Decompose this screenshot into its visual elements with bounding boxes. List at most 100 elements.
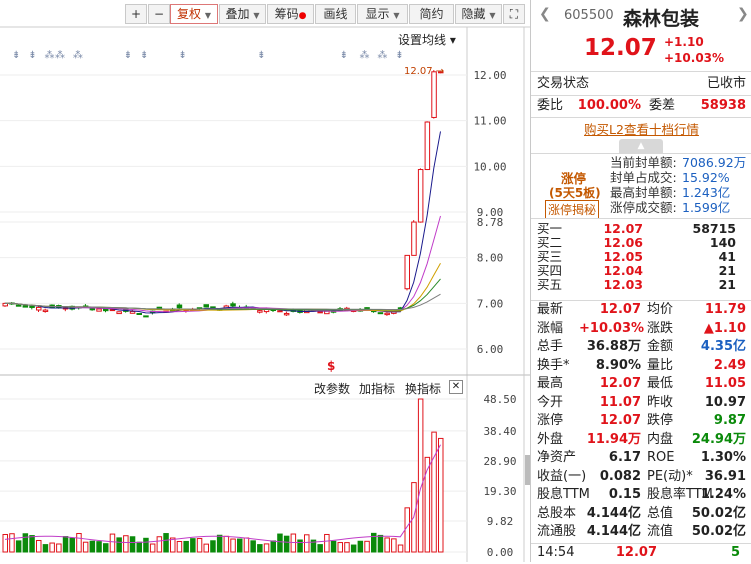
stat-label: 流值 bbox=[647, 524, 674, 539]
stat-label: 今开 bbox=[537, 394, 564, 410]
volume-bar bbox=[216, 534, 223, 553]
stat-label: 总值 bbox=[647, 505, 674, 521]
stat-label: 金额 bbox=[647, 339, 674, 354]
bid-price: 12.06 bbox=[603, 235, 643, 250]
limit-info-key: 最高封单额: bbox=[610, 185, 677, 200]
limit-info-row: 当前封单额: 7086.92万 bbox=[610, 155, 751, 170]
volume-bar bbox=[2, 533, 8, 553]
stat-label: 最高 bbox=[537, 376, 564, 391]
candle bbox=[384, 312, 390, 316]
stat-label: 总股本 bbox=[537, 505, 577, 521]
buy-l2-link[interactable]: 购买L2查看十档行情 bbox=[531, 119, 751, 138]
stat-label: PE(动)* bbox=[647, 468, 693, 484]
stats-row: 最新 12.07 均价 11.79 bbox=[531, 301, 751, 319]
bid-row: 买二 12.06 140 bbox=[531, 235, 751, 250]
stat-value: 4.144亿 bbox=[586, 505, 641, 521]
volume-bar bbox=[89, 540, 96, 553]
change-pct: +10.03% bbox=[664, 51, 725, 65]
price-change: +1.10 +10.03% bbox=[664, 34, 724, 66]
limit-reveal-button[interactable]: 涨停揭秘 bbox=[545, 200, 600, 219]
volume-bar bbox=[136, 541, 142, 553]
price-tick-label: 8.78 bbox=[477, 216, 504, 229]
change-param-button[interactable]: 改参数 bbox=[314, 380, 350, 397]
change-abs: +1.10 bbox=[664, 35, 704, 49]
s-marker[interactable]: $ bbox=[327, 359, 335, 373]
trade-status-value: 已收市 bbox=[706, 76, 746, 91]
stat-value: 0.082 bbox=[599, 468, 641, 484]
trade-status-row: 交易状态 已收市 bbox=[531, 73, 751, 95]
candle bbox=[136, 312, 142, 315]
vol-tick-label: 9.82 bbox=[487, 515, 514, 528]
candle bbox=[29, 305, 35, 308]
volume-bar bbox=[76, 533, 82, 553]
last-price: 12.07 bbox=[584, 35, 657, 61]
volume-bar bbox=[257, 544, 263, 553]
close-indicator-icon[interactable]: ✕ bbox=[449, 380, 463, 394]
top-markers: ⇟ ⇟ ⁂⁂ ⁂ ⇟ ⇟ ⇟ ⇟ ⇟ ⁂ ⁂ ⇟ bbox=[12, 50, 405, 61]
vol-tick-label: 48.50 bbox=[483, 393, 516, 406]
volume-bar bbox=[337, 542, 343, 553]
candle bbox=[22, 305, 29, 308]
limit-info-row: 涨停成交额: 1.599亿 bbox=[610, 200, 751, 215]
candle bbox=[15, 304, 22, 307]
swap-indicator-button[interactable]: 换指标 bbox=[405, 380, 441, 397]
bid-price: 12.04 bbox=[603, 263, 643, 278]
volume-bar bbox=[9, 533, 15, 553]
stat-value: 50.02亿 bbox=[691, 524, 746, 539]
volume-bar bbox=[277, 533, 283, 553]
candle bbox=[417, 169, 424, 223]
volume-bar bbox=[438, 437, 444, 553]
volume-bar bbox=[384, 537, 390, 553]
stat-label: 换手* bbox=[537, 357, 570, 373]
kline-chart-area[interactable]: + − 复权 ▼ 叠加 ▼ 筹码● 画线 显示 ▼ 简约 隐藏 ▼ ⛶ 12.0… bbox=[0, 0, 530, 562]
weicha-value: 58938 bbox=[700, 98, 746, 113]
candle bbox=[176, 304, 183, 309]
candle bbox=[230, 303, 236, 307]
stat-value: +10.03% bbox=[579, 320, 645, 336]
ma-line bbox=[4, 278, 441, 311]
stat-label: 外盘 bbox=[537, 431, 564, 447]
stats-row: 换手* 8.90% 量比 2.49 bbox=[531, 357, 751, 375]
stats-row: 流通股 4.144亿 流值 50.02亿 bbox=[531, 523, 751, 541]
limit-info-value: 7086.92万 bbox=[682, 155, 747, 170]
stats-row: 股息TTM 0.15 股息率TTM 1.24% bbox=[531, 486, 751, 504]
stat-label: ROE bbox=[647, 450, 675, 465]
limit-info-value: 1.243亿 bbox=[682, 185, 731, 200]
weibi-value: 100.00% bbox=[577, 98, 641, 113]
stat-value: 36.88万 bbox=[586, 339, 641, 354]
prev-stock-icon[interactable]: ❮ bbox=[539, 6, 551, 22]
stat-label: 净资产 bbox=[537, 450, 577, 465]
price-tick-label: 7.00 bbox=[477, 297, 504, 310]
volume-bar bbox=[424, 456, 431, 553]
stat-label: 总手 bbox=[537, 339, 564, 354]
volume-bar bbox=[270, 540, 276, 553]
stat-value: 2.49 bbox=[713, 357, 746, 373]
candle bbox=[317, 311, 323, 314]
volume-bar bbox=[283, 535, 290, 553]
add-indicator-button[interactable]: 加指标 bbox=[359, 380, 395, 397]
stock-code: 605500 bbox=[564, 8, 614, 23]
candle bbox=[36, 306, 42, 311]
stat-value: 50.02亿 bbox=[691, 505, 746, 521]
ma-line bbox=[4, 293, 441, 310]
next-stock-icon[interactable]: ❯ bbox=[737, 6, 749, 22]
stat-label: 量比 bbox=[647, 357, 674, 373]
volume-bar bbox=[431, 431, 437, 553]
limit-up-days: (5天5板) bbox=[549, 186, 601, 200]
stats-row: 总手 36.88万 金额 4.35亿 bbox=[531, 338, 751, 356]
volume-bar bbox=[36, 539, 42, 553]
set-ma-button[interactable]: 设置均线 ▾ bbox=[398, 31, 456, 48]
price-tick-label: 11.00 bbox=[473, 115, 506, 128]
candle bbox=[210, 306, 216, 309]
volume-bar bbox=[417, 398, 424, 553]
volume-bar bbox=[391, 538, 397, 553]
volume-bar bbox=[364, 540, 370, 553]
stats-row: 总股本 4.144亿 总值 50.02亿 bbox=[531, 505, 751, 523]
expand-tab[interactable]: ▲ bbox=[619, 139, 663, 153]
tick-time: 14:54 bbox=[537, 545, 575, 560]
bid-price: 12.03 bbox=[603, 277, 643, 292]
volume-bar bbox=[29, 535, 35, 553]
volume-bar bbox=[96, 541, 102, 553]
candle bbox=[257, 310, 263, 313]
bid-volume: 41 bbox=[718, 249, 736, 264]
